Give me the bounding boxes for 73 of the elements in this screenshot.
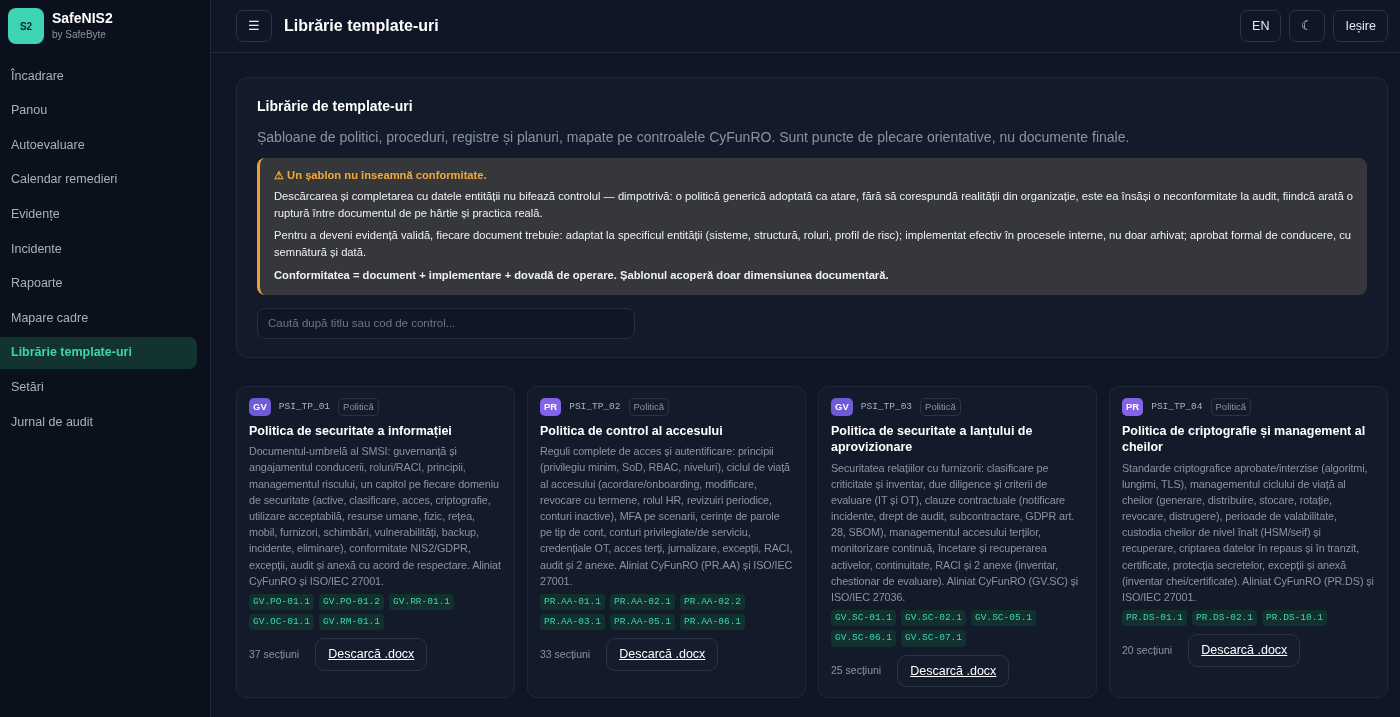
category-badge: GV — [831, 397, 853, 417]
sidebar-item[interactable]: Incidente — [0, 232, 197, 265]
download-button[interactable]: Descarcă .docx — [606, 638, 719, 672]
download-button[interactable]: Descarcă .docx — [1188, 634, 1301, 668]
app-tagline: by SafeByte — [52, 27, 107, 42]
control-code: PR.AA-05.1 — [610, 614, 676, 631]
download-button[interactable]: Descarcă .docx — [315, 638, 428, 672]
panel-subtitle: Șabloane de politici, proceduri, registre și planuri, mapate pe controalele CyFunRO. Sunt puncte de plecare orientative, nu documente finale. — [257, 128, 1131, 147]
section-count: 25 secțiuni — [831, 663, 882, 679]
warning-paragraph: Conformitatea = document + implementare + dovadă de operare. Șablonul acoperă doar dimensiunea documentară. — [274, 268, 890, 283]
theme-toggle-button[interactable]: ☾ — [1289, 10, 1326, 42]
template-title: Politica de securitate a lanțului de aprovizionare — [831, 423, 1034, 456]
control-code: PR.AA-03.1 — [540, 614, 605, 631]
template-description: Standarde criptografice aprobate/interzise (algoritmi, lungimi, TLS), managementul ciclului de viață al cheilor (generare, distribuire, stocare, rotație, revocare, distrugere), perioade de valabilitate, custodia cheilor de nivel înalt (HSM/seif) și recuperare, criptarea datelor în repaus și în tranzit, certificate, protecția secretelor, excepții și anexă (inventar chei/certificate). Aliniat CyFunRO (PR.DS) și ISO/IEC 27001. — [1122, 460, 1375, 606]
control-code: PR.DS-01.1 — [1122, 610, 1187, 627]
template-description: Securitatea relațiilor cu furnizorii: clasificare pe criticitate și inventar, due diligence și criterii de evaluare (IT și OT), clauze contractuale (notificare incidente, drept de audit, subcontractare, GDPR art. 28, SBOM), managementul accesului terților, monitorizare continuă, încetare și recuperarea activelor, continuitate, RACI și 2 anexe (inventar, chestionar de evaluare). Aliniat CyFunRO (GV.SC) și ISO/IEC 27036. — [831, 460, 1080, 606]
sidebar-item[interactable]: Calendar remedieri — [0, 163, 197, 196]
category-badge: PR — [1122, 397, 1144, 417]
control-code: PR.DS-02.1 — [1192, 610, 1258, 627]
sidebar-item[interactable]: Rapoarte — [0, 267, 197, 300]
control-code: PR.AA-02.1 — [610, 593, 676, 611]
control-code: PR.DS-10.1 — [1262, 610, 1328, 627]
type-tag: Politică — [628, 397, 670, 417]
sidebar-item[interactable]: Setări — [0, 371, 197, 404]
template-description: Documentul-umbrelă al SMSI: guvernanță și angajamentul conducerii, roluri/RACI, principii, managementul riscului, un capitol pe fiecare domeniu de securitate (active, clasificare, acces, criptografie, utilizare acceptabilă, resurse umane, fizic, rețea, mobil, furnizori, schimbări, vulnerabilități, backup, incidente, eliminare), conformitate NIS2/GDPR, excepții, audit și anexă cu acord de respectare. Aliniat CyFunRO și ISO/IEC 27001. — [249, 444, 502, 589]
logout-button[interactable]: Ieșire — [1333, 10, 1388, 42]
control-code: GV.OC-01.1 — [249, 614, 314, 631]
section-count: 33 secțiuni — [540, 646, 591, 662]
app-name: SafeNIS2 — [52, 10, 113, 27]
template-description: Reguli complete de acces și autentificare: principii (privilegiu minim, SoD, RBAC, niveluri), ciclul de viață al accesului (acordare/onboarding, modificare, revocare cu termene, rolul HR, revizuiri periodice, conturi inactive), MFA pe scenarii, cerințe de parole pe tip de cont, conturi privilegiate/de serviciu, credențiale OT, acces terți, jurnalizare, excepții, RACI, audit și 2 anexe. Aliniat CyFunRO (PR.AA) și ISO/IEC 27001. — [540, 444, 793, 589]
search-field[interactable]: Caută după titlu sau cod de control... — [257, 307, 635, 339]
panel-title: Librărie de template-uri — [257, 97, 414, 116]
sidebar-item[interactable]: Panou — [0, 94, 197, 127]
sidebar-item[interactable]: Jurnal de audit — [0, 405, 197, 438]
language-button[interactable]: EN — [1240, 10, 1282, 42]
warning-heading: ⚠ Un șablon nu înseamnă conformitate. — [274, 168, 488, 183]
template-title: Politica de criptografie și management al cheilor — [1122, 423, 1367, 456]
template-code: PSI_TP_03 — [860, 399, 913, 414]
type-tag: Politică — [920, 397, 961, 417]
warning-paragraph: Descărcarea și completarea cu datele entității nu bifează controlul — dimpotrivă: o politică generică adoptată ca atare, fără să corespundă realității din organizație, este ea însăși o neconformitate la audit, fiindcă arată o ruptură între documentul de pe hârtie și practica reală. — [274, 188, 1353, 221]
sidebar-item[interactable]: Librărie template-uri — [0, 336, 197, 369]
template-title: Politica de securitate a informației — [249, 423, 453, 440]
warning-paragraph: Pentru a deveni evidență validă, fiecare document trebuie: adaptat la specificul entității (sisteme, structură, roluri, profil de risc); implementat efectiv în procesele interne, nu doar arhivat; aprobat formal de conducere, cu semnătură și dată. — [274, 228, 1353, 261]
control-code: GV.RR-01.1 — [389, 593, 455, 611]
section-count: 37 secțiuni — [249, 646, 300, 662]
sidebar-item[interactable]: Autoevaluare — [0, 129, 197, 162]
download-button[interactable]: Descarcă .docx — [897, 654, 1010, 688]
sidebar-item[interactable]: Încadrare — [0, 60, 197, 92]
control-code: GV.SC-06.1 — [831, 630, 896, 647]
template-code: PSI_TP_02 — [569, 399, 621, 414]
control-code: GV.SC-02.1 — [901, 610, 967, 627]
app-logo: S2 — [8, 8, 44, 44]
control-code: GV.SC-07.1 — [901, 630, 967, 647]
control-code: GV.SC-01.1 — [831, 610, 896, 627]
template-title: Politica de control al accesului — [540, 423, 724, 440]
sidebar-item[interactable]: Mapare cadre — [0, 302, 197, 335]
template-code: PSI_TP_01 — [278, 399, 331, 414]
category-badge: GV — [249, 397, 271, 417]
type-tag: Politică — [1210, 397, 1252, 417]
type-tag: Politică — [338, 397, 379, 417]
sidebar-item[interactable]: Evidențe — [0, 198, 197, 231]
category-badge: PR — [540, 397, 562, 417]
section-count: 20 secțiuni — [1122, 642, 1173, 658]
template-code: PSI_TP_04 — [1151, 399, 1203, 414]
control-code: GV.PO-01.2 — [319, 593, 385, 611]
control-code: GV.PO-01.1 — [249, 593, 314, 611]
control-code: PR.AA-06.1 — [680, 614, 746, 631]
control-code: PR.AA-02.2 — [680, 593, 746, 611]
menu-button[interactable]: ☰ — [236, 10, 272, 42]
control-code: GV.SC-05.1 — [971, 610, 1037, 627]
control-code: GV.RM-01.1 — [319, 614, 385, 631]
control-code: PR.AA-01.1 — [540, 593, 605, 611]
page-title: Librărie template-uri — [284, 16, 440, 36]
